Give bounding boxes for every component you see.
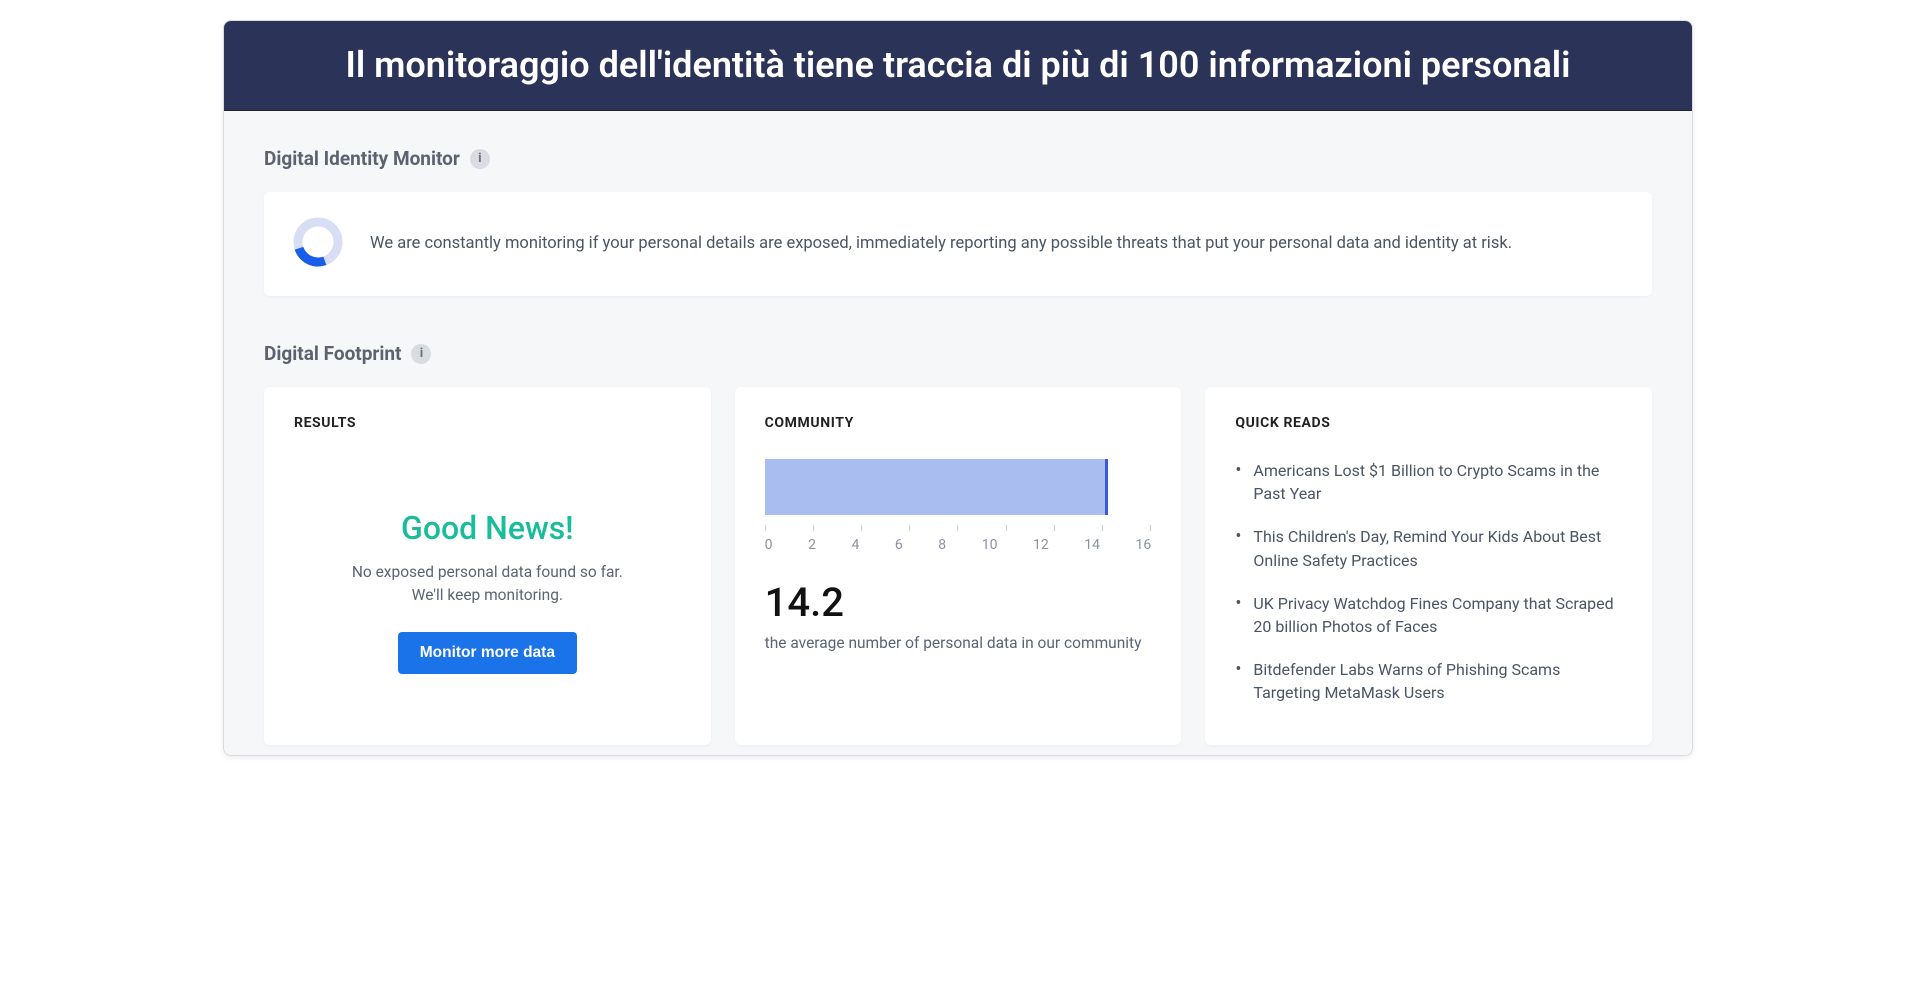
- info-icon[interactable]: i: [470, 149, 490, 169]
- chart-tick-label: 2: [808, 537, 816, 553]
- app-container: Il monitoraggio dell'identità tiene trac…: [223, 20, 1693, 756]
- quick-reads-list: • Americans Lost $1 Billion to Crypto Sca…: [1235, 459, 1622, 705]
- results-body: Good News! No exposed personal data foun…: [294, 459, 681, 674]
- identity-monitor-card: We are constantly monitoring if your per…: [264, 192, 1652, 296]
- chart-tick-label: 12: [1033, 537, 1049, 553]
- bullet-icon: •: [1235, 592, 1241, 638]
- identity-monitor-description: We are constantly monitoring if your per…: [370, 231, 1512, 257]
- chart-tick: [1102, 525, 1103, 531]
- chart-tick: [765, 525, 766, 531]
- chart-axis: 0 2 4 6 8 10 12 14 16: [765, 537, 1152, 553]
- results-card-title: RESULTS: [294, 415, 681, 431]
- chart-tickline-row: [765, 525, 1152, 531]
- monitor-more-data-button[interactable]: Monitor more data: [398, 632, 577, 674]
- quick-reads-item-text: Americans Lost $1 Billion to Crypto Scam…: [1253, 459, 1622, 505]
- ring-progress-icon: [292, 216, 344, 272]
- identity-monitor-header: Digital Identity Monitor i: [264, 147, 1652, 170]
- community-chart: 0 2 4 6 8 10 12 14 16: [765, 459, 1152, 553]
- content-area: Digital Identity Monitor i We are consta…: [224, 111, 1692, 755]
- footprint-cards-row: RESULTS Good News! No exposed personal d…: [264, 387, 1652, 745]
- quick-reads-item-text: Bitdefender Labs Warns of Phishing Scams…: [1253, 658, 1622, 704]
- chart-tick: [813, 525, 814, 531]
- community-stat-value: 14.2: [765, 579, 1152, 626]
- community-stat-caption: the average number of personal data in o…: [765, 632, 1152, 654]
- banner: Il monitoraggio dell'identità tiene trac…: [224, 21, 1692, 111]
- quick-reads-card: QUICK READS • Americans Lost $1 Billion t…: [1205, 387, 1652, 745]
- chart-tick: [1006, 525, 1007, 531]
- results-card: RESULTS Good News! No exposed personal d…: [264, 387, 711, 745]
- chart-tick-label: 16: [1136, 537, 1152, 553]
- info-icon[interactable]: i: [411, 344, 431, 364]
- quick-reads-item[interactable]: • Americans Lost $1 Billion to Crypto Sca…: [1235, 459, 1622, 505]
- bullet-icon: •: [1235, 525, 1241, 571]
- quick-reads-item-text: This Children's Day, Remind Your Kids Ab…: [1253, 525, 1622, 571]
- community-card-title: COMMUNITY: [765, 415, 1152, 431]
- chart-bar-track: [765, 459, 1152, 515]
- chart-tick-label: 4: [851, 537, 859, 553]
- quick-reads-item[interactable]: • UK Privacy Watchdog Fines Company that …: [1235, 592, 1622, 638]
- quick-reads-title: QUICK READS: [1235, 415, 1622, 431]
- results-text: No exposed personal data found so far. W…: [352, 561, 623, 608]
- digital-footprint-header: Digital Footprint i: [264, 342, 1652, 365]
- results-headline: Good News!: [401, 509, 574, 547]
- results-line-2: We'll keep monitoring.: [412, 586, 563, 604]
- quick-reads-item-text: UK Privacy Watchdog Fines Company that S…: [1253, 592, 1622, 638]
- chart-tick-label: 6: [895, 537, 903, 553]
- chart-tick-label: 14: [1084, 537, 1100, 553]
- digital-footprint-title: Digital Footprint: [264, 342, 401, 365]
- chart-bar-fill: [765, 459, 1108, 515]
- bullet-icon: •: [1235, 459, 1241, 505]
- chart-tick-label: 8: [938, 537, 946, 553]
- quick-reads-item[interactable]: • This Children's Day, Remind Your Kids A…: [1235, 525, 1622, 571]
- chart-tick-label: 10: [982, 537, 998, 553]
- chart-tick: [957, 525, 958, 531]
- chart-tick-label: 0: [765, 537, 773, 553]
- chart-tick: [1150, 525, 1151, 531]
- bullet-icon: •: [1235, 658, 1241, 704]
- chart-tick: [1054, 525, 1055, 531]
- community-card: COMMUNITY 0 2 4 6 8 10 12 14 16 14.2 the average…: [735, 387, 1182, 745]
- chart-tick: [909, 525, 910, 531]
- banner-text: Il monitoraggio dell'identità tiene trac…: [345, 44, 1570, 86]
- chart-tick: [861, 525, 862, 531]
- quick-reads-item[interactable]: • Bitdefender Labs Warns of Phishing Scam…: [1235, 658, 1622, 704]
- results-line-1: No exposed personal data found so far.: [352, 563, 623, 581]
- identity-monitor-title: Digital Identity Monitor: [264, 147, 460, 170]
